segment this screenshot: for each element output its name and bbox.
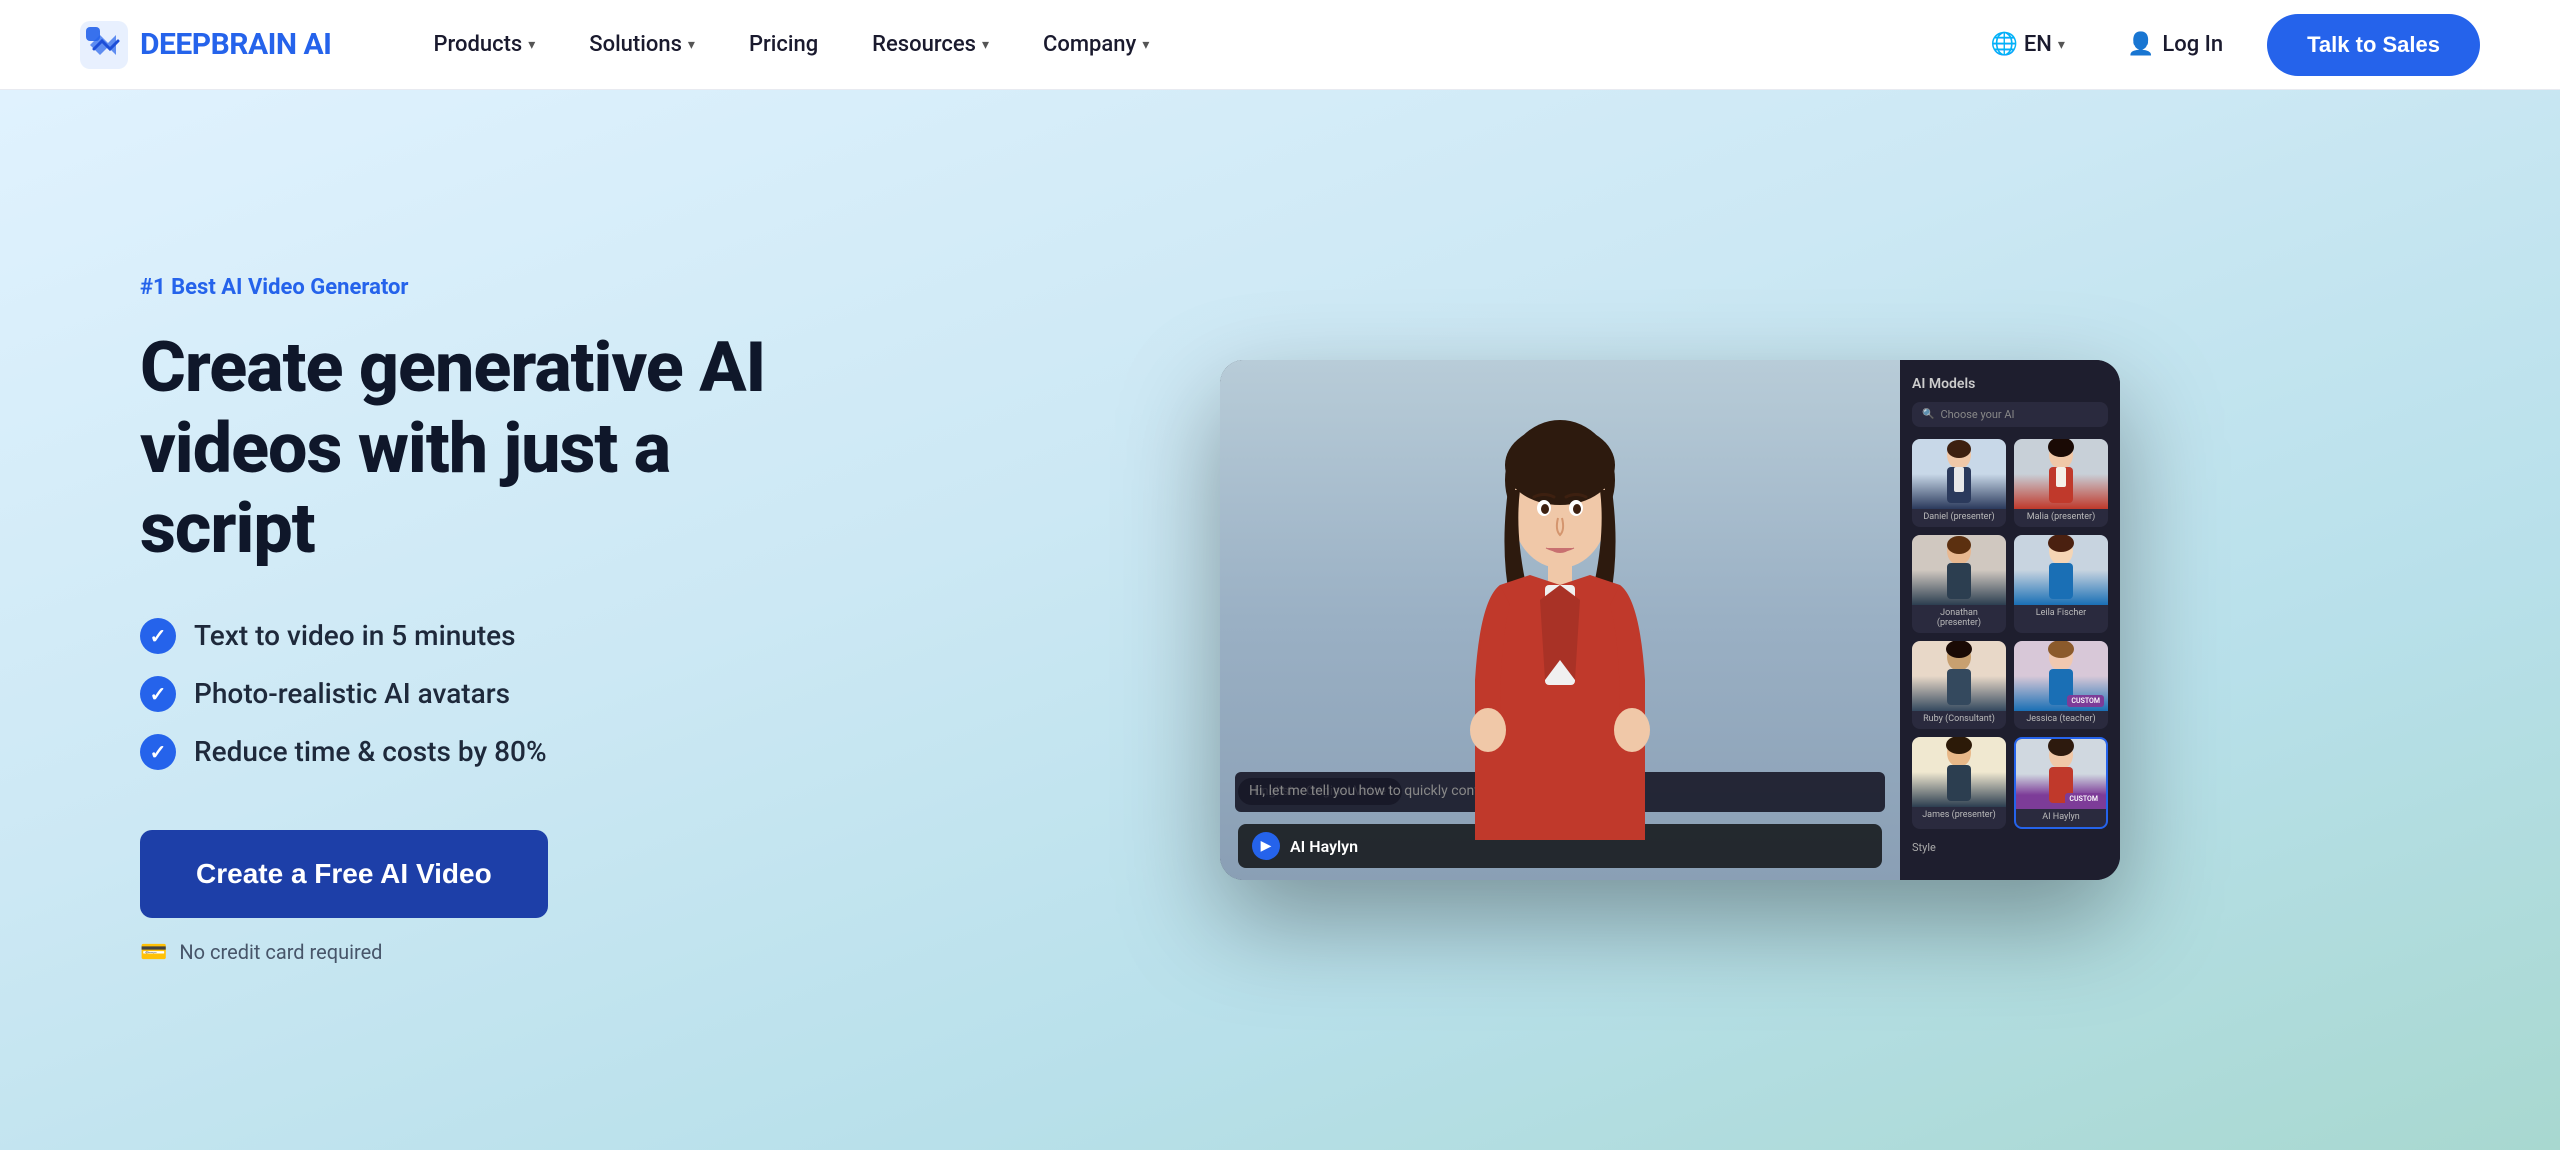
nav-company[interactable]: Company ▾ — [1021, 22, 1171, 67]
model-img-1 — [1912, 439, 2006, 509]
talk-to-sales-button[interactable]: Talk to Sales — [2267, 14, 2480, 76]
model-img-3 — [1912, 535, 2006, 605]
model-card-3[interactable]: Jonathan (presenter) — [1912, 535, 2006, 633]
avatar-svg — [1420, 400, 1700, 840]
model-card-5[interactable]: Ruby (Consultant) — [1912, 641, 2006, 729]
models-search[interactable]: 🔍 Choose your AI — [1912, 402, 2108, 427]
model-name-2: Malia (presenter) — [2014, 509, 2108, 527]
feature-item-3: Reduce time & costs by 80% — [140, 734, 780, 770]
models-sidebar-title: AI Models — [1912, 376, 2108, 392]
create-free-video-button[interactable]: Create a Free AI Video — [140, 830, 548, 918]
globe-icon: 🌐 — [1990, 32, 2017, 57]
model-img-5 — [1912, 641, 2006, 711]
mockup-main-area: English - Original Voice ▶ AI Haylyn Hi,… — [1220, 360, 1900, 880]
hero-section: #1 Best AI Video Generator Create genera… — [0, 90, 2560, 1150]
model-name-8: AI Haylyn — [2016, 809, 2106, 827]
model-img-4 — [2014, 535, 2108, 605]
feature-item-2: Photo-realistic AI avatars — [140, 676, 780, 712]
model-card-4[interactable]: Leila Fischer — [2014, 535, 2108, 633]
nav-resources[interactable]: Resources ▾ — [850, 22, 1011, 67]
product-mockup: English - Original Voice ▶ AI Haylyn Hi,… — [1220, 360, 2120, 880]
model-img-6: CUSTOM — [2014, 641, 2108, 711]
model-card-1[interactable]: Daniel (presenter) — [1912, 439, 2006, 527]
no-credit-notice: 💳 No credit card required — [140, 940, 780, 965]
avatar-brand-icon: ▶ — [1252, 832, 1280, 860]
style-section-label: Style — [1912, 841, 2108, 854]
nav-products[interactable]: Products ▾ — [411, 22, 557, 67]
models-sidebar: AI Models 🔍 Choose your AI — [1900, 360, 2120, 880]
model-name-4: Leila Fischer — [2014, 605, 2108, 623]
hero-badge: #1 Best AI Video Generator — [140, 275, 780, 300]
login-button[interactable]: 👤 Log In — [2103, 22, 2247, 67]
logo[interactable]: DEEPBRAIN AI — [80, 21, 331, 69]
custom-badge-6: CUSTOM — [2067, 695, 2104, 707]
credit-card-icon: 💳 — [140, 940, 167, 965]
model-name-3: Jonathan (presenter) — [1912, 605, 2006, 633]
model-img-2 — [2014, 439, 2108, 509]
language-selector[interactable]: 🌐 EN ▾ — [1972, 22, 2082, 67]
model-card-2[interactable]: Malia (presenter) — [2014, 439, 2108, 527]
lang-chevron-icon: ▾ — [2058, 37, 2065, 53]
logo-icon — [80, 21, 128, 69]
nav-solutions[interactable]: Solutions ▾ — [567, 22, 717, 67]
model-card-7[interactable]: James (presenter) — [1912, 737, 2006, 829]
model-card-8[interactable]: CUSTOM AI Haylyn — [2014, 737, 2108, 829]
nav-pricing[interactable]: Pricing — [727, 22, 840, 67]
products-chevron-icon: ▾ — [528, 37, 535, 53]
check-icon-1 — [140, 618, 176, 654]
model-img-8: CUSTOM — [2016, 739, 2106, 809]
models-grid: Daniel (presenter) Malia (prese — [1912, 439, 2108, 829]
search-icon: 🔍 — [1922, 409, 1934, 420]
model-name-7: James (presenter) — [1912, 807, 2006, 825]
solutions-chevron-icon: ▾ — [688, 37, 695, 53]
model-name-6: Jessica (teacher) — [2014, 711, 2108, 729]
check-icon-3 — [140, 734, 176, 770]
model-img-7 — [1912, 737, 2006, 807]
navbar: DEEPBRAIN AI Products ▾ Solutions ▾ Pric… — [0, 0, 2560, 90]
hero-right-mockup: English - Original Voice ▶ AI Haylyn Hi,… — [860, 360, 2480, 880]
feature-item-1: Text to video in 5 minutes — [140, 618, 780, 654]
avatar-preview: English - Original Voice ▶ AI Haylyn Hi,… — [1220, 360, 1900, 880]
company-chevron-icon: ▾ — [1142, 37, 1149, 53]
user-icon: 👤 — [2127, 32, 2154, 57]
resources-chevron-icon: ▾ — [982, 37, 989, 53]
features-list: Text to video in 5 minutes Photo-realist… — [140, 618, 780, 770]
model-name-1: Daniel (presenter) — [1912, 509, 2006, 527]
hero-left-content: #1 Best AI Video Generator Create genera… — [80, 275, 780, 965]
nav-links: Products ▾ Solutions ▾ Pricing Resources… — [411, 22, 1972, 67]
model-name-5: Ruby (Consultant) — [1912, 711, 2006, 729]
check-icon-2 — [140, 676, 176, 712]
brand-name: DEEPBRAIN AI — [140, 27, 331, 62]
hero-title: Create generative AI videos with just a … — [140, 328, 780, 570]
custom-badge-8: CUSTOM — [2065, 793, 2102, 805]
model-card-6[interactable]: CUSTOM Jessica (teacher) — [2014, 641, 2108, 729]
nav-right: 🌐 EN ▾ 👤 Log In Talk to Sales — [1972, 14, 2480, 76]
